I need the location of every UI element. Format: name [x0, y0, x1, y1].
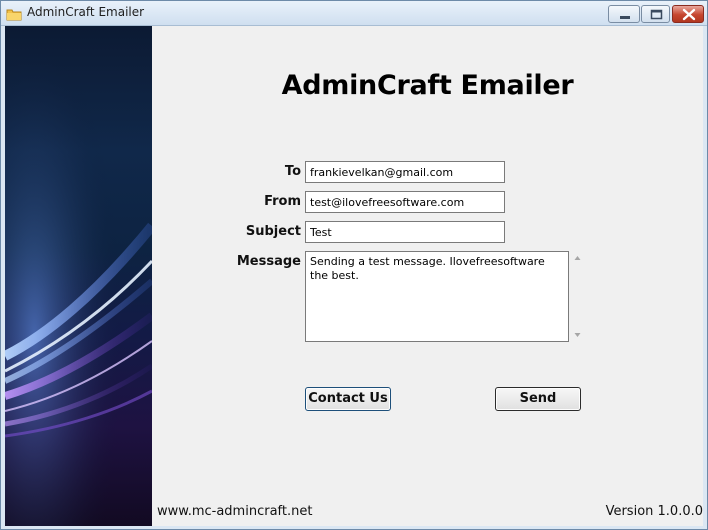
maximize-icon [650, 9, 663, 20]
client-area: AdminCraft Emailer To From Subject Messa… [5, 26, 703, 526]
envelope-folder-icon[interactable] [6, 6, 22, 21]
from-field[interactable] [305, 191, 505, 213]
close-button[interactable] [672, 5, 704, 23]
contact-us-button[interactable]: Contact Us [305, 387, 391, 411]
scroll-down-arrow-icon[interactable] [574, 333, 581, 337]
message-scrollbar[interactable] [570, 251, 585, 342]
message-text: Sending a test message. Ilovefreesoftwar… [310, 255, 549, 282]
subject-field[interactable] [305, 221, 505, 243]
to-field[interactable] [305, 161, 505, 183]
scroll-up-arrow-icon[interactable] [574, 256, 581, 260]
window-title: AdminCraft Emailer [27, 5, 145, 19]
title-bar[interactable]: AdminCraft Emailer [1, 1, 707, 26]
app-heading: AdminCraft Emailer [281, 70, 574, 101]
decorative-light-streak-banner [5, 26, 152, 526]
message-textarea[interactable]: Sending a test message. Ilovefreesoftwar… [305, 251, 569, 342]
minimize-button[interactable] [608, 5, 640, 23]
close-icon [682, 8, 696, 21]
from-label: From [264, 194, 301, 209]
app-window: AdminCraft Emailer AdminCraft Emailer To… [0, 0, 708, 530]
message-label: Message [236, 254, 301, 269]
website-link[interactable]: www.mc-admincraft.net [157, 504, 312, 519]
minimize-icon [620, 16, 630, 19]
to-label: To [284, 164, 301, 179]
subject-label: Subject [245, 224, 301, 239]
maximize-button[interactable] [641, 5, 670, 23]
send-button[interactable]: Send [495, 387, 581, 411]
version-label: Version 1.0.0.0 [605, 504, 703, 519]
